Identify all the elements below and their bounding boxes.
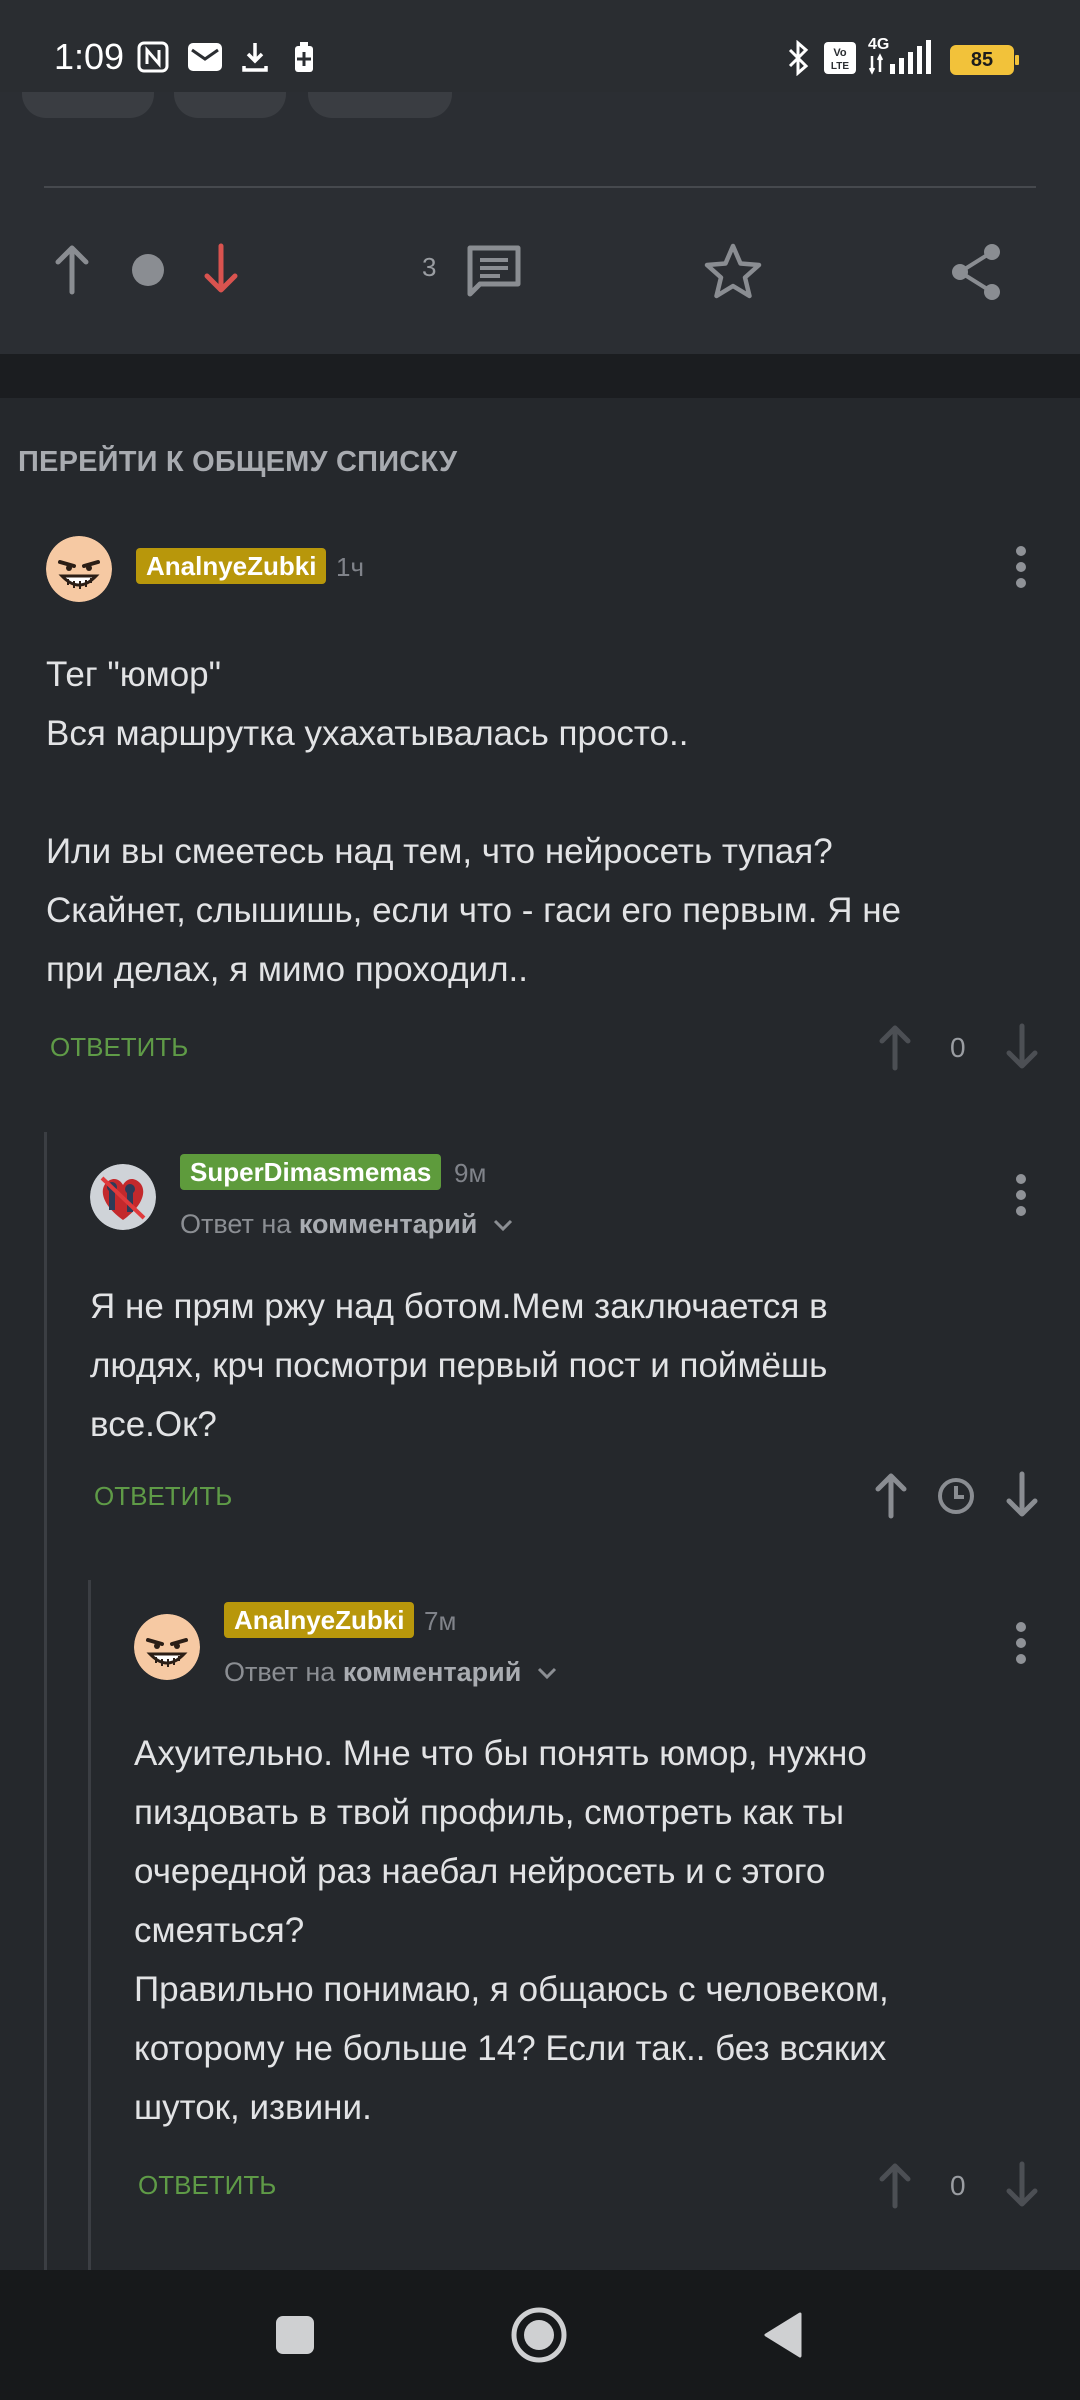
more-options-icon[interactable]	[1016, 1622, 1028, 1670]
status-bar: 1:09 Vo LTE 4G 85	[0, 0, 1080, 92]
downvote-icon[interactable]	[201, 242, 241, 296]
downvote-icon[interactable]	[1004, 2160, 1040, 2210]
upvote-icon[interactable]	[873, 1470, 909, 1520]
reply-button[interactable]: ОТВЕТИТЬ	[50, 1032, 188, 1063]
reply-to-target: комментарий	[342, 1657, 522, 1687]
back-icon[interactable]	[760, 2310, 806, 2360]
comment-time: 1ч	[336, 552, 365, 582]
comment-count: 3	[422, 252, 437, 282]
post-tag[interactable]	[308, 92, 452, 118]
more-options-icon[interactable]	[1016, 546, 1028, 594]
rating-hidden-icon	[132, 254, 164, 286]
user-avatar-icon	[90, 1164, 156, 1230]
troll-face-icon	[134, 1614, 200, 1680]
bluetooth-icon	[788, 40, 809, 76]
battery-saver-icon	[295, 42, 313, 72]
avatar[interactable]	[134, 1614, 200, 1680]
author-badge[interactable]: SuperDimasmemas	[180, 1154, 442, 1190]
home-icon[interactable]	[510, 2306, 568, 2364]
volte-icon: Vo LTE	[824, 42, 856, 74]
reply-button[interactable]: ОТВЕТИТЬ	[94, 1481, 232, 1512]
post-tag[interactable]	[22, 92, 154, 118]
author-badge[interactable]: AnalnyeZubki	[224, 1602, 415, 1638]
comment-text: Тег "юмор" Вся маршрутка ухахатывалась п…	[46, 655, 902, 989]
troll-face-icon	[46, 536, 112, 602]
mail-icon	[188, 43, 222, 71]
comment-time: 7м	[424, 1606, 457, 1636]
avatar[interactable]	[90, 1164, 156, 1230]
downvote-icon[interactable]	[1004, 1022, 1040, 1072]
reply-to-prefix: Ответ на	[224, 1657, 336, 1687]
comment-text: Я не прям ржу над ботом.Мем заключается …	[90, 1287, 828, 1444]
chevron-down-icon	[493, 1219, 512, 1232]
reply-to-link[interactable]: Ответ на комментарий	[180, 1209, 515, 1240]
nfc-icon	[137, 41, 169, 73]
more-options-icon[interactable]	[1016, 1174, 1028, 1222]
clock-icon	[938, 1478, 974, 1514]
svg-text:Vo: Vo	[833, 47, 847, 59]
reply-to-target: комментарий	[298, 1209, 478, 1239]
avatar[interactable]	[46, 536, 112, 602]
signal-icon	[868, 40, 931, 75]
comment-rating: 0	[950, 2170, 966, 2201]
share-icon[interactable]	[948, 242, 1004, 302]
svg-text:LTE: LTE	[831, 61, 849, 72]
star-icon[interactable]	[702, 242, 764, 302]
comments-icon[interactable]	[464, 242, 524, 298]
system-navigation-bar	[0, 2270, 1080, 2400]
chevron-down-icon	[537, 1667, 556, 1680]
comment-rating: 0	[950, 1032, 966, 1063]
thread-line	[44, 1132, 47, 2270]
comment-text: Ахуительно. Мне что бы понять юмор, нужн…	[134, 1734, 889, 2127]
downvote-icon[interactable]	[1004, 1470, 1040, 1520]
status-time: 1:09	[54, 36, 125, 77]
comment-time: 9м	[454, 1158, 487, 1188]
upvote-icon[interactable]	[52, 242, 92, 296]
upvote-icon[interactable]	[877, 2160, 913, 2210]
section-separator	[0, 354, 1080, 398]
reply-button[interactable]: ОТВЕТИТЬ	[138, 2170, 276, 2201]
all-comments-link[interactable]: ПЕРЕЙТИ К ОБЩЕМУ СПИСКУ	[18, 446, 457, 479]
reply-to-link[interactable]: Ответ на комментарий	[224, 1657, 559, 1688]
thread-line	[88, 1580, 91, 2270]
upvote-icon[interactable]	[877, 1022, 913, 1072]
battery-indicator: 85	[950, 45, 1019, 75]
post-card: 3	[0, 92, 1080, 354]
author-badge[interactable]: AnalnyeZubki	[136, 548, 327, 584]
divider	[44, 186, 1036, 188]
recents-icon[interactable]	[274, 2314, 316, 2356]
download-icon	[242, 43, 268, 72]
reply-to-prefix: Ответ на	[180, 1209, 292, 1239]
post-tag[interactable]	[174, 92, 286, 118]
